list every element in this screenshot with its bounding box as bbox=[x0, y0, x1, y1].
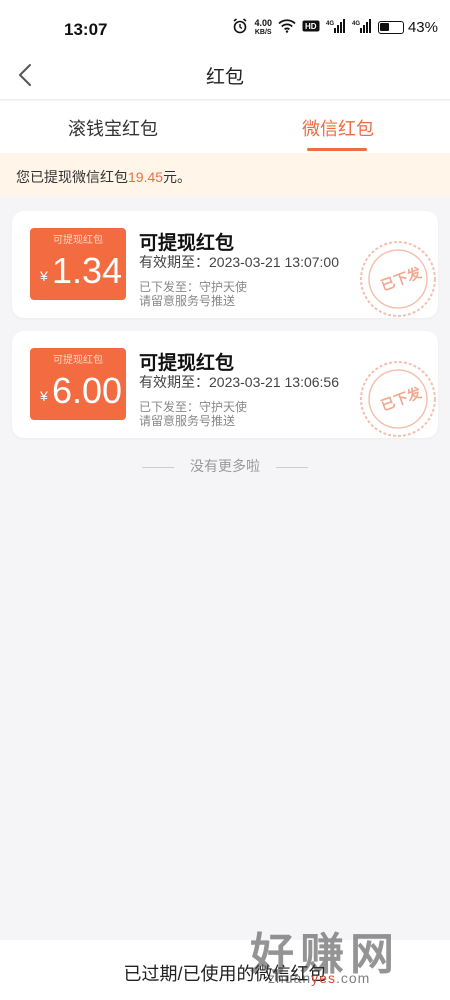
notice-suffix: 元。 bbox=[163, 169, 192, 185]
svg-text:4G: 4G bbox=[352, 21, 360, 27]
alarm-icon bbox=[232, 18, 248, 37]
network-speed-value: 4.00 bbox=[254, 17, 272, 28]
wifi-icon bbox=[278, 19, 296, 36]
coupon-tag: 可提现红包 bbox=[53, 235, 103, 246]
coupon-tag: 可提现红包 bbox=[53, 355, 103, 366]
issued-stamp-icon: 已下发 bbox=[358, 359, 438, 438]
svg-text:4G: 4G bbox=[326, 21, 334, 27]
watermark-url: zhuanyes.com bbox=[268, 970, 370, 986]
notice-amount: 19.45 bbox=[128, 169, 164, 185]
card-title: 可提现红包 bbox=[139, 233, 235, 254]
card-notice: 请留意服务号推送 bbox=[139, 414, 236, 428]
currency-symbol: ¥ bbox=[40, 268, 48, 284]
hongbao-card[interactable]: 可提现红包 ¥ 6.00 可提现红包 有效期至：2023-03-21 13:06… bbox=[12, 331, 438, 438]
coupon: 可提现红包 ¥ 1.34 bbox=[30, 228, 126, 300]
watermark-logo: 好赚网 zhuanyes.com bbox=[238, 918, 428, 990]
card-expiry: 有效期至：2023-03-21 13:07:00 bbox=[139, 254, 339, 270]
active-tab-indicator bbox=[307, 148, 367, 151]
signal-4g-icon: 4G bbox=[326, 19, 346, 36]
tab-weixin-hongbao[interactable]: 微信红包 bbox=[302, 115, 374, 141]
card-notice: 请留意服务号推送 bbox=[139, 294, 236, 308]
watermark-url-part2: yes bbox=[311, 970, 336, 986]
notice-prefix: 您已提现微信红包 bbox=[16, 169, 128, 185]
network-speed-unit: KB/S bbox=[254, 28, 272, 36]
tab-bar: 滚钱宝红包 微信红包 bbox=[0, 101, 450, 153]
svg-text:HD: HD bbox=[305, 22, 317, 31]
tab-gunqianbao-hongbao[interactable]: 滚钱宝红包 bbox=[68, 115, 158, 141]
nav-bar: 红包 bbox=[0, 56, 450, 100]
coupon: 可提现红包 ¥ 6.00 bbox=[30, 348, 126, 420]
withdrawn-notice: 您已提现微信红包19.45元。 bbox=[0, 153, 450, 197]
hongbao-card[interactable]: 可提现红包 ¥ 1.34 可提现红包 有效期至：2023-03-21 13:07… bbox=[12, 211, 438, 318]
watermark-url-part3: .com bbox=[335, 970, 371, 986]
card-title: 可提现红包 bbox=[139, 353, 235, 374]
divider bbox=[276, 466, 308, 468]
status-time: 13:07 bbox=[64, 20, 108, 39]
signal-4g-icon: 4G bbox=[352, 19, 372, 36]
battery-icon bbox=[377, 21, 404, 34]
no-more-text: 没有更多啦 bbox=[190, 458, 260, 474]
status-icons: 4.00 KB/S HD 4G 4G 43% bbox=[232, 18, 438, 37]
coupon-amount: 6.00 bbox=[52, 370, 123, 411]
network-speed: 4.00 KB/S bbox=[254, 17, 272, 37]
issued-stamp-icon: 已下发 bbox=[358, 239, 438, 318]
watermark-url-part1: zhuan bbox=[268, 970, 312, 986]
hd-icon: HD bbox=[302, 20, 320, 35]
no-more-indicator: 没有更多啦 bbox=[0, 456, 450, 476]
coupon-amount: 1.34 bbox=[52, 250, 123, 291]
battery: 43% bbox=[377, 19, 438, 36]
page-title: 红包 bbox=[205, 67, 244, 88]
card-expiry: 有效期至：2023-03-21 13:06:56 bbox=[139, 374, 339, 390]
battery-percent: 43% bbox=[407, 19, 438, 36]
currency-symbol: ¥ bbox=[40, 388, 48, 404]
divider bbox=[142, 466, 174, 468]
status-bar: 13:07 4.00 KB/S HD 4G 4G 43% bbox=[0, 0, 450, 56]
